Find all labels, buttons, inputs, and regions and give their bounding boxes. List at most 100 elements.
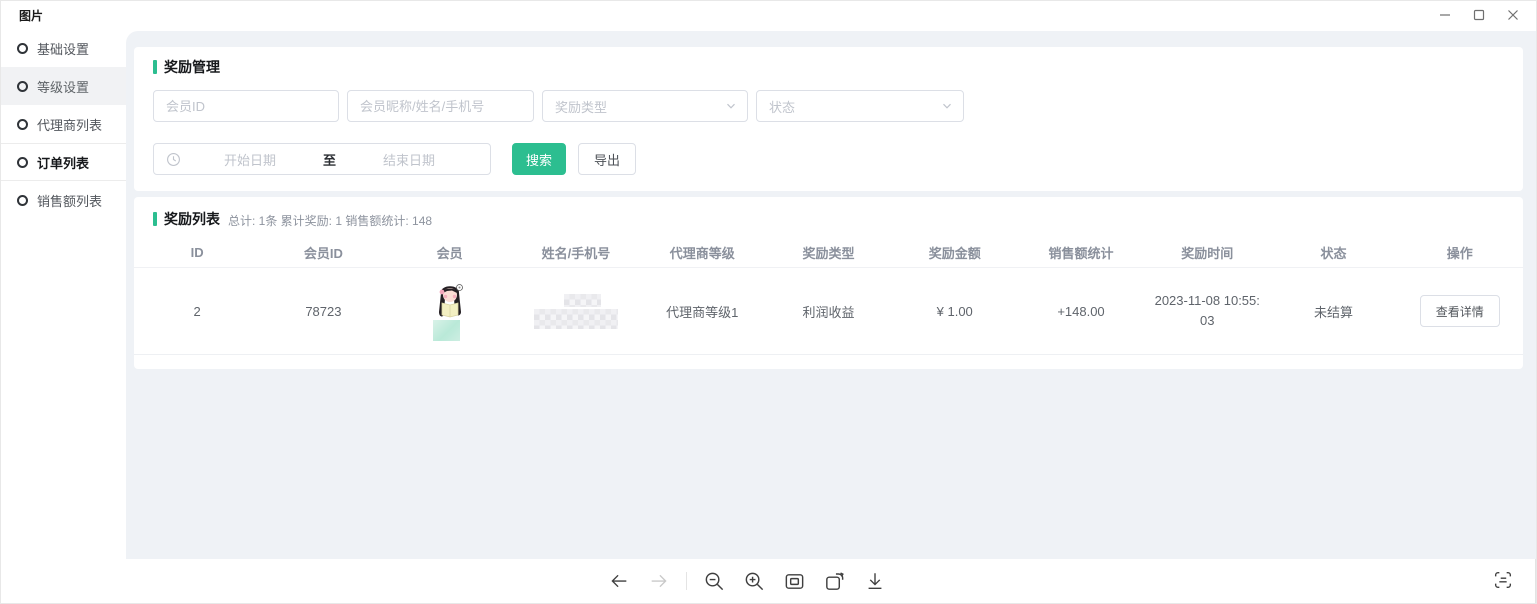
export-button[interactable]: 导出 [578, 143, 636, 175]
content-area: 奖励管理 奖励类型 状态 [126, 31, 1536, 560]
cell-member-avatar [387, 282, 513, 341]
chevron-down-icon [941, 100, 953, 112]
cell-agent-level: 代理商等级1 [639, 302, 765, 321]
zoom-out-icon [703, 570, 726, 593]
section-header: 奖励列表 总计: 1条 累计奖励: 1 销售额统计: 148 [134, 209, 1523, 229]
sidebar-item-basic-settings[interactable]: 基础设置 [1, 29, 126, 67]
search-button[interactable]: 搜索 [512, 143, 566, 175]
clock-icon [166, 152, 181, 167]
cell-member-id: 78723 [260, 304, 386, 319]
zoom-out-button[interactable] [702, 569, 727, 594]
col-header-agent-level: 代理商等级 [639, 243, 765, 262]
col-header-name-phone: 姓名/手机号 [513, 243, 639, 262]
member-id-input[interactable] [153, 90, 339, 122]
window-title: 图片 [19, 7, 43, 24]
toolbar-icon-group [606, 559, 887, 603]
censored-block [534, 309, 618, 329]
end-date-placeholder: 结束日期 [340, 150, 478, 169]
reward-management-card: 奖励管理 奖励类型 状态 [134, 47, 1523, 191]
col-header-sales-total: 销售额统计 [1018, 243, 1144, 262]
download-button[interactable] [862, 569, 887, 594]
member-name-input[interactable] [347, 90, 534, 122]
zoom-in-icon [743, 570, 766, 593]
cell-status: 未结算 [1270, 302, 1396, 321]
cell-id: 2 [134, 304, 260, 319]
minimize-icon [1439, 9, 1451, 21]
forward-button[interactable] [646, 569, 671, 594]
list-summary: 总计: 1条 累计奖励: 1 销售额统计: 148 [228, 210, 432, 229]
circle-bullet-icon [17, 81, 28, 92]
window-controls [1428, 1, 1530, 29]
col-header-reward-amount: 奖励金额 [892, 243, 1018, 262]
status-select[interactable]: 状态 [756, 90, 964, 122]
circle-bullet-icon [17, 43, 28, 54]
sidebar-item-level-settings[interactable]: 等级设置 [1, 67, 126, 105]
reward-table: ID 会员ID 会员 姓名/手机号 代理商等级 奖励类型 奖励金额 销售额统计 … [134, 238, 1523, 355]
rotate-button[interactable] [822, 569, 847, 594]
sidebar-item-label: 订单列表 [37, 153, 89, 172]
col-header-member-id: 会员ID [260, 243, 386, 262]
titlebar: 图片 [1, 1, 1536, 29]
close-icon [1507, 9, 1519, 21]
ocr-scan-icon [1492, 569, 1514, 591]
circle-bullet-icon [17, 119, 28, 130]
sidebar-item-label: 等级设置 [37, 77, 89, 96]
sidebar-item-order-list[interactable]: 订单列表 [1, 143, 126, 181]
maximize-button[interactable] [1462, 1, 1496, 29]
viewer-toolbar [1, 559, 1536, 603]
toolbar-divider [686, 572, 687, 590]
forward-arrow-icon [648, 570, 670, 592]
chevron-down-icon [725, 100, 737, 112]
sidebar-item-label: 基础设置 [37, 39, 89, 58]
filter-row-2: 开始日期 至 结束日期 搜索 导出 [153, 143, 1523, 175]
cell-reward-type: 利润收益 [765, 302, 891, 321]
cell-name-phone [513, 294, 639, 329]
date-range-picker[interactable]: 开始日期 至 结束日期 [153, 143, 491, 175]
view-detail-button[interactable]: 查看详情 [1420, 295, 1500, 327]
sidebar-item-sales-list[interactable]: 销售额列表 [1, 181, 126, 219]
col-header-reward-time: 奖励时间 [1144, 243, 1270, 262]
avatar-mint-block [433, 320, 460, 341]
cell-actions: 查看详情 [1397, 295, 1523, 327]
section-title: 奖励管理 [164, 57, 220, 77]
col-header-status: 状态 [1270, 243, 1396, 262]
section-accent-bar [153, 212, 157, 226]
fit-to-window-button[interactable] [782, 569, 807, 594]
section-accent-bar [153, 60, 157, 74]
table-header-row: ID 会员ID 会员 姓名/手机号 代理商等级 奖励类型 奖励金额 销售额统计 … [134, 238, 1523, 268]
start-date-placeholder: 开始日期 [181, 150, 319, 169]
back-button[interactable] [606, 569, 631, 594]
reward-list-card: 奖励列表 总计: 1条 累计奖励: 1 销售额统计: 148 ID 会员ID 会… [134, 197, 1523, 369]
avatar [431, 282, 469, 341]
sidebar: 基础设置 等级设置 代理商列表 订单列表 销售额列表 [1, 29, 126, 561]
col-header-actions: 操作 [1397, 243, 1523, 262]
minimize-button[interactable] [1428, 1, 1462, 29]
sidebar-item-agent-list[interactable]: 代理商列表 [1, 105, 126, 143]
back-arrow-icon [608, 570, 630, 592]
cell-reward-time: 2023-11-08 10:55:03 [1144, 291, 1270, 331]
filter-row-1: 奖励类型 状态 [153, 90, 1523, 122]
close-button[interactable] [1496, 1, 1530, 29]
reward-type-select[interactable]: 奖励类型 [542, 90, 748, 122]
maximize-icon [1473, 9, 1485, 21]
avatar-girl-image [431, 282, 469, 324]
section-title: 奖励列表 [164, 209, 220, 229]
censored-block [564, 294, 601, 307]
date-separator: 至 [319, 150, 340, 169]
section-header: 奖励管理 [153, 57, 1523, 77]
fit-to-window-icon [783, 570, 806, 593]
zoom-in-button[interactable] [742, 569, 767, 594]
download-icon [864, 570, 886, 592]
sidebar-item-label: 销售额列表 [37, 191, 102, 210]
circle-bullet-icon [17, 195, 28, 206]
sidebar-item-label: 代理商列表 [37, 115, 102, 134]
table-row: 2 78723 [134, 268, 1523, 355]
col-header-id: ID [134, 245, 260, 260]
col-header-reward-type: 奖励类型 [765, 243, 891, 262]
rotate-icon [823, 570, 846, 593]
cell-sales-total: +148.00 [1018, 304, 1144, 319]
cell-reward-amount: ¥ 1.00 [892, 304, 1018, 319]
image-viewer-canvas: 基础设置 等级设置 代理商列表 订单列表 销售额列表 [1, 29, 1536, 561]
ocr-scan-button[interactable] [1490, 569, 1515, 594]
photos-app-window: 图片 基础设置 等级设置 代理商列表 [0, 0, 1537, 604]
